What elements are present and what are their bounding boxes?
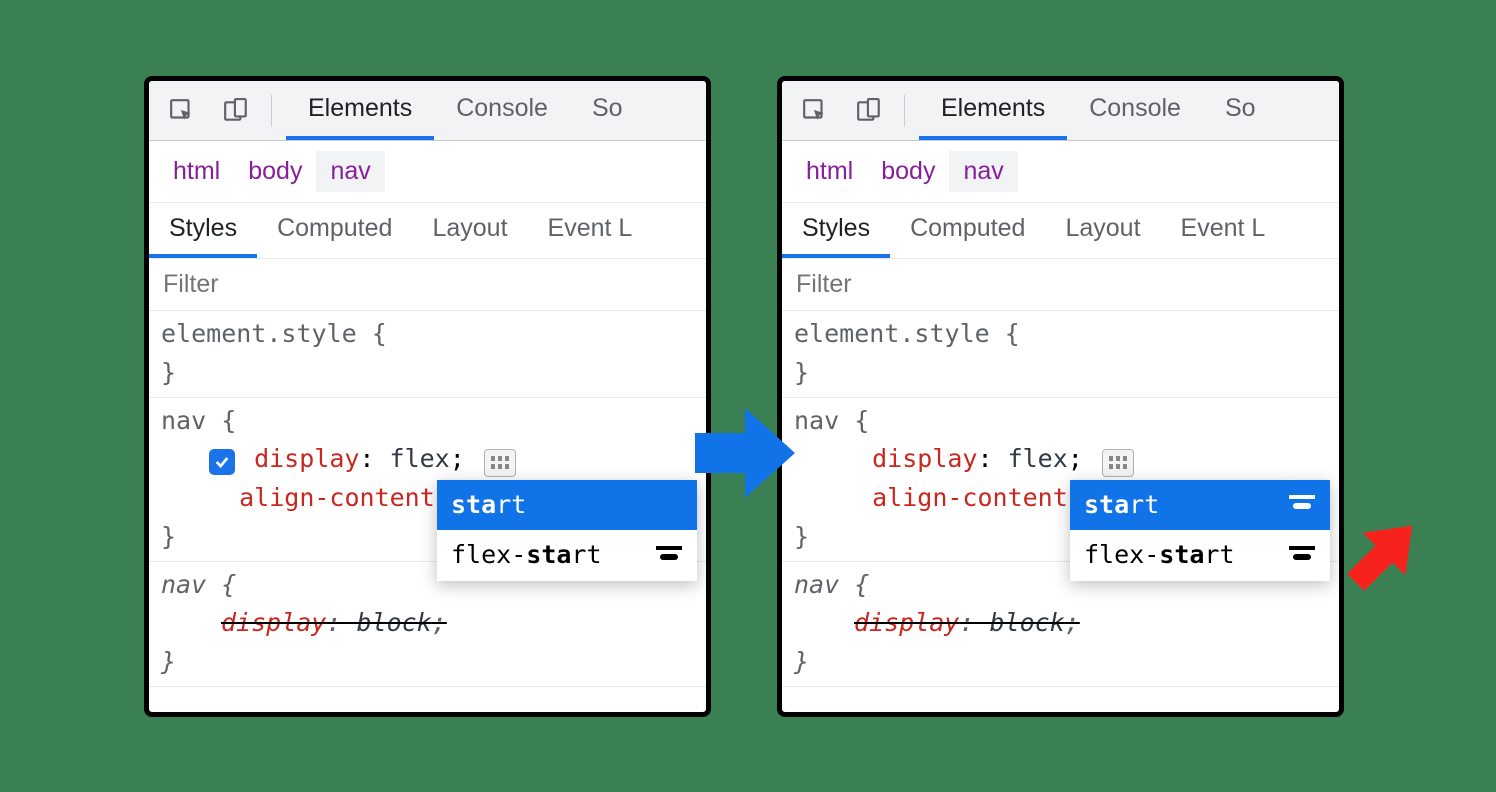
filter-input[interactable] — [163, 270, 706, 299]
element-style-selector: element.style { — [161, 319, 387, 348]
crumb-html[interactable]: html — [159, 151, 234, 192]
element-style-close: } — [161, 358, 176, 387]
breadcrumb: html body nav — [782, 141, 1339, 203]
autocomplete-item-flex-start[interactable]: flex-start — [437, 530, 697, 581]
prop-display-overridden-value: block — [356, 608, 431, 637]
nav-rule[interactable]: nav { display: flex; align-content: star… — [149, 398, 706, 562]
filter-box — [149, 259, 706, 311]
prop-align-content-name[interactable]: align-content — [239, 483, 435, 512]
nav-rule[interactable]: nav { display: flex; align-content: star… — [782, 398, 1339, 562]
nav-rule-close: } — [794, 522, 809, 551]
element-style-close: } — [794, 358, 809, 387]
toolbar: Elements Console So — [782, 81, 1339, 141]
nav-rule-close: } — [161, 522, 176, 551]
crumb-nav[interactable]: nav — [949, 151, 1017, 192]
subtab-event-truncated[interactable]: Event L — [1161, 203, 1286, 258]
tab-sources-truncated[interactable]: So — [570, 81, 645, 140]
nav-ua-selector: nav { — [794, 570, 869, 599]
styles-list: element.style { } nav { display: flex; a… — [782, 311, 1339, 687]
nav-ua-rule-close: } — [794, 647, 809, 676]
device-toggle-icon[interactable] — [215, 90, 257, 132]
styles-list: element.style { } nav { display: flex; a… — [149, 311, 706, 687]
property-checkbox-icon[interactable] — [209, 449, 235, 475]
styles-subtabs: Styles Computed Layout Event L — [149, 203, 706, 259]
toolbar-divider — [271, 95, 272, 127]
autocomplete-popup: start flex-start — [437, 480, 697, 582]
device-toggle-icon[interactable] — [848, 90, 890, 132]
crumb-nav[interactable]: nav — [316, 151, 384, 192]
breadcrumb: html body nav — [149, 141, 706, 203]
autocomplete-popup: start flex-start — [1070, 480, 1330, 582]
crumb-html[interactable]: html — [792, 151, 867, 192]
tab-sources-truncated[interactable]: So — [1203, 81, 1278, 140]
prop-display-overridden-name: display — [221, 608, 326, 637]
devtools-panel-after: Elements Console So html body nav Styles… — [777, 76, 1344, 717]
devtools-panel-before: Elements Console So html body nav Styles… — [144, 76, 711, 717]
align-start-icon — [1288, 545, 1316, 567]
prop-display-overridden-name: display — [854, 608, 959, 637]
filter-box — [782, 259, 1339, 311]
nav-selector: nav { — [794, 406, 869, 435]
subtab-styles[interactable]: Styles — [782, 203, 890, 258]
toolbar: Elements Console So — [149, 81, 706, 141]
subtab-layout[interactable]: Layout — [1045, 203, 1160, 258]
subtab-computed[interactable]: Computed — [890, 203, 1045, 258]
inspect-icon[interactable] — [161, 90, 203, 132]
nav-selector: nav { — [161, 406, 236, 435]
filter-input[interactable] — [796, 270, 1339, 299]
flexbox-editor-icon[interactable] — [1102, 449, 1134, 477]
autocomplete-item-start[interactable]: start — [437, 480, 697, 531]
subtab-event-truncated[interactable]: Event L — [528, 203, 653, 258]
nav-ua-rule-close: } — [161, 647, 176, 676]
transition-arrow-icon — [690, 398, 800, 513]
tab-console[interactable]: Console — [434, 81, 570, 140]
callout-arrow-icon — [1334, 504, 1434, 609]
crumb-body[interactable]: body — [867, 151, 949, 192]
crumb-body[interactable]: body — [234, 151, 316, 192]
tab-elements[interactable]: Elements — [286, 81, 434, 140]
subtab-styles[interactable]: Styles — [149, 203, 257, 258]
subtab-computed[interactable]: Computed — [257, 203, 412, 258]
tab-elements[interactable]: Elements — [919, 81, 1067, 140]
prop-display-value[interactable]: flex — [390, 444, 450, 473]
align-start-icon — [1288, 494, 1316, 516]
nav-ua-selector: nav { — [161, 570, 236, 599]
inspect-icon[interactable] — [794, 90, 836, 132]
prop-display-name[interactable]: display — [254, 444, 359, 473]
prop-display-name[interactable]: display — [872, 444, 977, 473]
element-style-rule[interactable]: element.style { } — [149, 311, 706, 398]
autocomplete-item-start[interactable]: start — [1070, 480, 1330, 531]
element-style-selector: element.style { — [794, 319, 1020, 348]
tab-console[interactable]: Console — [1067, 81, 1203, 140]
toolbar-divider — [904, 95, 905, 127]
prop-display-value[interactable]: flex — [1008, 444, 1068, 473]
autocomplete-item-flex-start[interactable]: flex-start — [1070, 530, 1330, 581]
align-start-icon — [655, 545, 683, 567]
styles-subtabs: Styles Computed Layout Event L — [782, 203, 1339, 259]
prop-align-content-name[interactable]: align-content — [872, 483, 1068, 512]
subtab-layout[interactable]: Layout — [412, 203, 527, 258]
flexbox-editor-icon[interactable] — [484, 449, 516, 477]
element-style-rule[interactable]: element.style { } — [782, 311, 1339, 398]
prop-display-overridden-value: block — [989, 608, 1064, 637]
